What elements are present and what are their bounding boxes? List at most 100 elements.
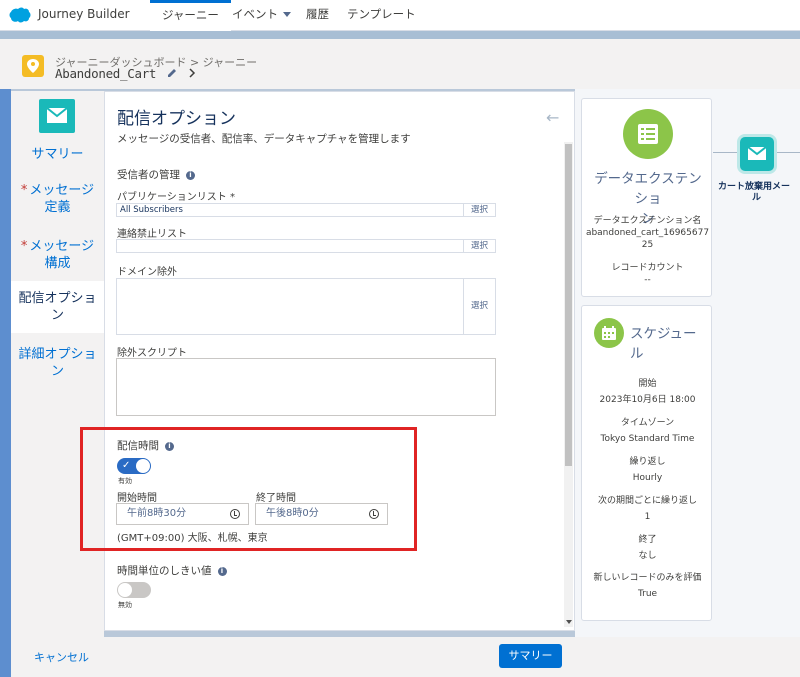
journey-type-badge (22, 55, 44, 77)
salesforce-cloud-icon (9, 7, 31, 23)
threshold-heading: 時間単位のしきい値 i (117, 563, 227, 578)
list-icon (638, 124, 658, 144)
threshold-label: 時間単位のしきい値 (117, 565, 212, 577)
de-name-value-line1: abandoned_cart_16965677 (585, 228, 710, 238)
calendar-icon (602, 326, 616, 340)
node-label-line1: カート放棄用メー (718, 182, 791, 192)
schedule-new-records-value: True (637, 589, 658, 599)
schedule-timezone-value: Tokyo Standard Time (600, 434, 695, 444)
threshold-toggle-state: 無効 (118, 601, 132, 609)
publication-list-label: パブリケーションリスト * (117, 192, 235, 203)
back-arrow-icon[interactable]: ← (546, 108, 559, 127)
envelope-icon (748, 147, 766, 160)
send-time-highlight-box (80, 427, 417, 551)
sidebar-item-label-line2: 定義 (44, 200, 71, 215)
panel-title: 配信オプション (117, 109, 236, 129)
required-marker: * (20, 239, 28, 254)
node-label-line2: ル (752, 193, 762, 203)
tab-label: ジャーニー (162, 8, 219, 22)
domain-exclusion-select-button[interactable]: 選択 (463, 278, 496, 335)
journey-name-text: Abandoned_Cart (55, 66, 157, 81)
journey-name[interactable]: Abandoned_Cart (55, 66, 196, 81)
publication-list-select-button[interactable]: 選択 (463, 203, 496, 217)
email-activity-node[interactable] (740, 137, 774, 171)
map-pin-icon (27, 59, 39, 73)
tab-label: イベント (232, 7, 278, 21)
sidebar-item-label-line1: * メッセージ (11, 182, 104, 199)
sidebar-item-message-configuration[interactable]: * メッセージ 構成 (11, 238, 104, 272)
title-line1: データエクステンショ (594, 171, 702, 207)
left-background-strip (0, 89, 11, 677)
sidebar-item-label-line1: * メッセージ (11, 238, 104, 255)
pencil-icon[interactable] (167, 68, 177, 78)
de-name-value-line2: 25 (641, 240, 654, 250)
schedule-repeat-label: 繰り返し (629, 457, 666, 467)
toggle-knob (118, 583, 132, 597)
summary-button[interactable]: サマリー (499, 644, 562, 668)
sidebar-item-message-definition[interactable]: * メッセージ 定義 (11, 182, 104, 216)
panel-scrollbar[interactable] (564, 142, 573, 627)
cancel-button[interactable]: キャンセル (34, 649, 89, 665)
email-activity-badge (39, 99, 75, 133)
sidebar-item-label-line2: ン (50, 364, 64, 379)
schedule-repeat-every-label: 次の期間ごとに繰り返し (597, 496, 697, 506)
domain-exclusion-input[interactable] (116, 278, 464, 335)
schedule-repeat-every-value: 1 (644, 512, 651, 522)
chevron-right-icon[interactable] (188, 68, 196, 78)
schedule-end-label: 終了 (638, 535, 657, 545)
title-line2: ル (630, 346, 644, 362)
de-name-label: データエクステンション名 (593, 216, 702, 226)
schedule-card[interactable]: スケジュー ル 開始 2023年10月6日 18:00 タイムゾーン Tokyo… (581, 305, 712, 621)
tab-events[interactable]: イベント (220, 0, 303, 31)
entry-source-badge (623, 109, 673, 159)
record-count-value: -- (644, 275, 651, 285)
exclusion-script-label: 除外スクリプト (117, 348, 187, 359)
tab-history[interactable]: 履歴 (294, 0, 341, 31)
info-icon[interactable]: i (186, 170, 195, 180)
tab-label: 履歴 (306, 7, 329, 21)
activity-sidebar: サマリー * メッセージ 定義 * メッセージ 構成 配信オプショ ン 詳細オプショ… (11, 91, 104, 637)
schedule-timezone-label: タイムゾーン (620, 418, 675, 428)
tab-journeys[interactable]: ジャーニー (150, 0, 231, 31)
sidebar-item-label: メッセージ (29, 183, 95, 198)
sidebar-item-label-line1: 詳細オプショ (18, 347, 97, 362)
sidebar-item-summary[interactable]: サマリー (11, 146, 104, 163)
panel-footer (11, 637, 800, 677)
info-icon[interactable]: i (217, 566, 227, 576)
tab-label: テンプレート (347, 7, 416, 21)
schedule-end-value: なし (638, 551, 657, 561)
schedule-start-value: 2023年10月6日 18:00 (599, 395, 696, 405)
publication-list-input[interactable]: All Subscribers (116, 203, 464, 217)
scrollbar-thumb[interactable] (565, 144, 572, 466)
required-marker: * (20, 183, 28, 198)
sidebar-item-label-line2: 構成 (44, 256, 71, 271)
sidebar-item-delivery-options[interactable]: 配信オプショ ン (11, 281, 104, 333)
exclusion-script-textarea[interactable] (116, 358, 496, 416)
sidebar-item-label: サマリー (31, 147, 84, 162)
domain-exclusion-label: ドメイン除外 (117, 267, 177, 278)
sidebar-item-advanced-options[interactable]: 詳細オプショ ン (11, 346, 104, 380)
suppression-list-label: 連絡禁止リスト (117, 229, 187, 240)
schedule-badge (594, 318, 624, 348)
tab-templates[interactable]: テンプレート (335, 0, 428, 31)
envelope-icon (47, 108, 67, 123)
sidebar-item-label: メッセージ (29, 239, 95, 254)
sidebar-item-label-line2: ン (50, 308, 64, 323)
schedule-title: スケジュー ル (630, 324, 697, 364)
chevron-down-icon (283, 12, 291, 17)
panel-description: メッセージの受信者、配信率、データキャプチャを管理します (117, 133, 411, 145)
suppression-list-select-button[interactable]: 選択 (463, 239, 496, 253)
app-name: Journey Builder (38, 7, 130, 21)
email-node-label: カート放棄用メー ル (718, 182, 800, 204)
threshold-toggle[interactable] (117, 582, 151, 598)
suppression-list-input[interactable] (116, 239, 464, 253)
header-stripe (0, 31, 800, 39)
schedule-new-records-label: 新しいレコードのみを評価 (593, 573, 702, 583)
sidebar-item-label-line1: 配信オプショ (18, 291, 97, 306)
scroll-down-arrow[interactable] (566, 620, 572, 624)
schedule-repeat-value: Hourly (632, 473, 663, 483)
data-extension-card[interactable]: データエクステンショ ン データエクステンション名 abandoned_cart… (581, 98, 712, 297)
record-count-label: レコードカウント (611, 263, 684, 273)
title-line1: スケジュー (630, 326, 697, 342)
recipients-heading: 受信者の管理 i (117, 167, 195, 182)
